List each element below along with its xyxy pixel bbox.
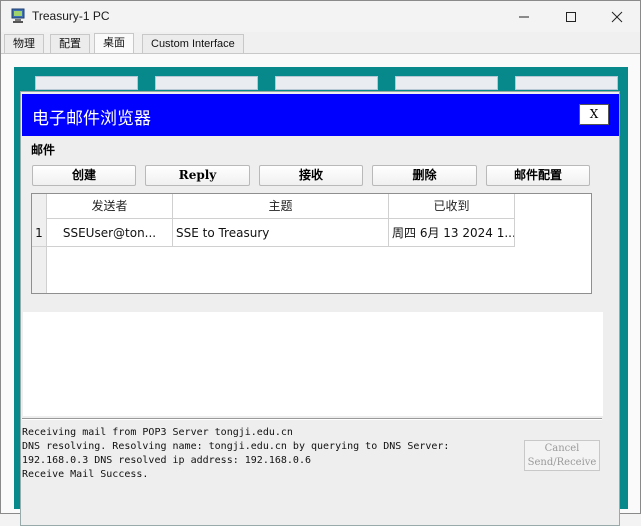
email-browser-title: 电子邮件浏览器 — [32, 109, 151, 129]
window-title: Treasury-1 PC — [32, 9, 110, 23]
desktop-app-tile[interactable] — [275, 76, 378, 90]
close-icon — [611, 11, 623, 22]
mail-list-table[interactable]: 发送者 主题 已收到 1 SSEUser@ton... SSE to Treas… — [31, 193, 592, 294]
column-header-sender[interactable]: 发送者 — [47, 194, 173, 219]
tab-physical[interactable]: 物理 — [4, 34, 44, 53]
title-bar: Treasury-1 PC — [1, 1, 640, 32]
close-window-button[interactable] — [594, 1, 640, 32]
receive-button[interactable]: 接收 — [259, 165, 363, 186]
packet-tracer-pc-icon — [11, 8, 25, 23]
maximize-button[interactable] — [548, 1, 594, 32]
mail-sender-cell[interactable]: SSEUser@ton... — [47, 219, 173, 247]
log-line: Receive Mail Success. — [22, 469, 149, 480]
desktop-app-tile[interactable] — [155, 76, 258, 90]
minimize-icon — [519, 16, 529, 17]
tab-bar: 物理 配置 桌面 Custom Interface — [1, 33, 640, 53]
email-browser-window: 电子邮件浏览器 X 邮件 创建 Reply 接收 删除 邮件配置 发送者 主题 … — [20, 91, 620, 526]
divider — [22, 419, 602, 420]
tab-desktop[interactable]: 桌面 — [94, 33, 134, 53]
tab-content: 电子邮件浏览器 X 邮件 创建 Reply 接收 删除 邮件配置 发送者 主题 … — [1, 53, 640, 526]
send-receive-label: Send/Receive — [527, 457, 597, 468]
mail-body-pane[interactable] — [23, 312, 603, 416]
cancel-send-receive-button[interactable]: Cancel Send/Receive — [524, 440, 600, 471]
email-browser-header: 电子邮件浏览器 X — [22, 94, 619, 136]
mail-received-cell[interactable]: 周四 6月 13 2024 1... — [389, 219, 515, 247]
desktop-app-tile[interactable] — [515, 76, 618, 90]
tab-custom-interface[interactable]: Custom Interface — [142, 34, 244, 53]
log-line: Receiving mail from POP3 Server tongji.e… — [22, 427, 293, 438]
reply-button[interactable]: Reply — [145, 165, 250, 186]
log-line: 192.168.0.3 DNS resolved ip address: 192… — [22, 455, 311, 466]
desktop-area: 电子邮件浏览器 X 邮件 创建 Reply 接收 删除 邮件配置 发送者 主题 … — [14, 67, 628, 526]
mail-subject-cell[interactable]: SSE to Treasury — [173, 219, 389, 247]
mail-config-button[interactable]: 邮件配置 — [486, 165, 590, 186]
email-browser-close-button[interactable]: X — [579, 104, 609, 125]
column-header-received[interactable]: 已收到 — [389, 194, 515, 219]
maximize-icon — [566, 11, 576, 22]
cancel-label: Cancel — [544, 443, 580, 454]
delete-button[interactable]: 删除 — [372, 165, 477, 186]
status-log: Receiving mail from POP3 Server tongji.e… — [22, 426, 502, 482]
log-line: DNS resolving. Resolving name: tongji.ed… — [22, 441, 450, 452]
desktop-app-tile[interactable] — [395, 76, 498, 90]
column-header-subject[interactable]: 主题 — [173, 194, 389, 219]
minimize-button[interactable] — [501, 1, 547, 32]
mail-group-label: 邮件 — [31, 143, 56, 157]
row-index: 1 — [32, 219, 47, 247]
compose-button[interactable]: 创建 — [32, 165, 136, 186]
tab-config[interactable]: 配置 — [50, 34, 90, 53]
app-window: Treasury-1 PC 物理 配置 桌面 Custom Interface … — [0, 0, 641, 526]
desktop-app-tile[interactable] — [35, 76, 138, 90]
